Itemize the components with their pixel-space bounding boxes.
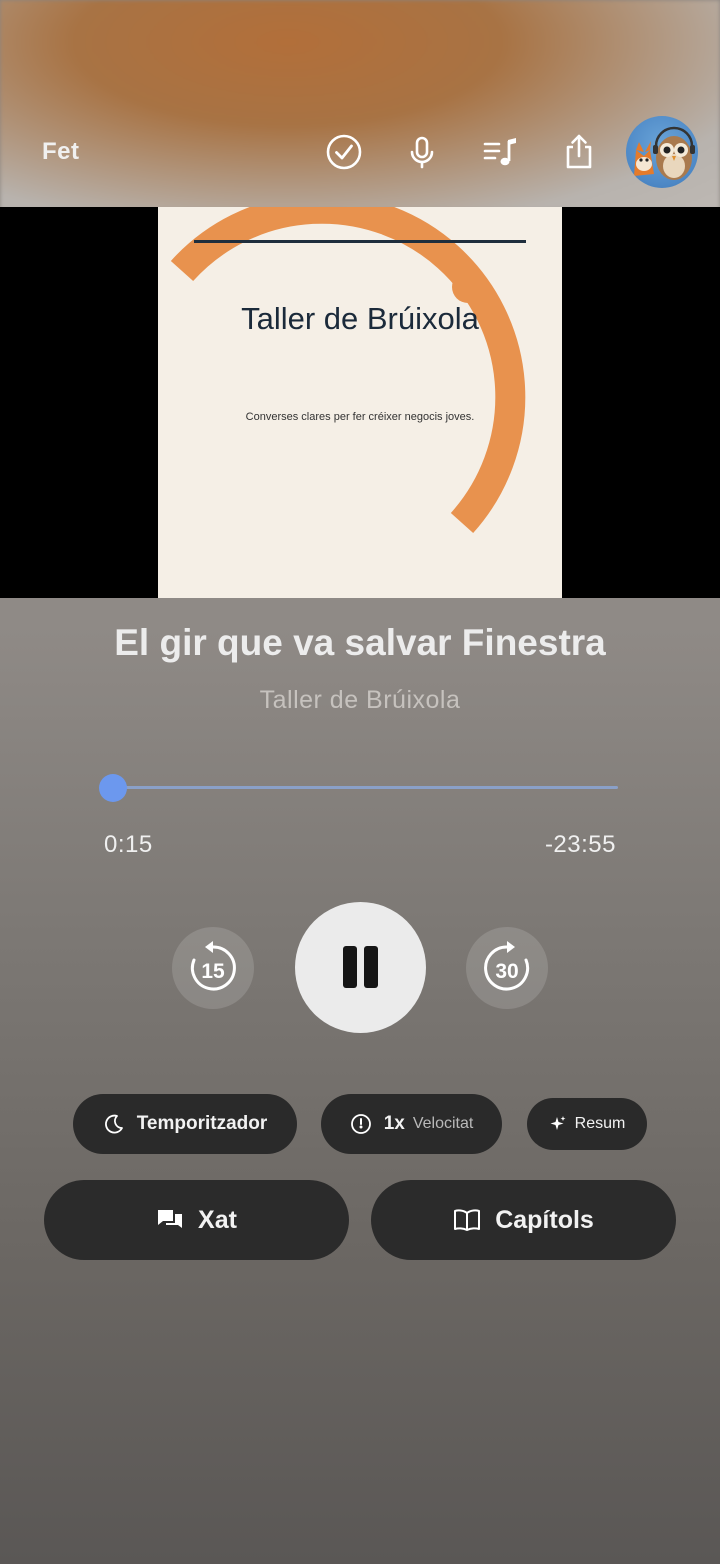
summary-label: Resum bbox=[574, 1115, 626, 1132]
podcast-cover: Taller de Brúixola Converses clares per … bbox=[158, 207, 562, 598]
pause-icon-bar bbox=[364, 946, 378, 988]
pause-icon bbox=[343, 946, 357, 988]
skip-forward-label: 30 bbox=[495, 960, 518, 983]
cover-art-area: Taller de Brúixola Converses clares per … bbox=[0, 207, 720, 598]
chat-bubbles-icon bbox=[158, 1210, 183, 1228]
elapsed-time: 0:15 bbox=[104, 831, 153, 858]
progress-scrubber[interactable] bbox=[99, 774, 128, 802]
skip-forward-30-icon: 30 bbox=[484, 941, 530, 991]
checkmark-circle-icon[interactable] bbox=[324, 132, 364, 172]
progress-track[interactable] bbox=[108, 786, 618, 789]
skip-forward-button[interactable]: 30 bbox=[466, 927, 548, 1009]
microphone-icon[interactable] bbox=[402, 132, 442, 172]
chapters-label: Capítols bbox=[495, 1205, 594, 1234]
top-bar: Fet bbox=[0, 110, 720, 200]
skip-back-button[interactable]: 15 bbox=[172, 927, 254, 1009]
cover-divider bbox=[194, 240, 526, 243]
playlist-icon[interactable] bbox=[480, 132, 520, 172]
share-icon[interactable] bbox=[559, 132, 599, 172]
moon-icon bbox=[104, 1114, 123, 1134]
episode-title: El gir que va salvar Finestra bbox=[114, 622, 606, 663]
book-icon bbox=[454, 1209, 481, 1231]
cover-subtitle: Converses clares per fer créixer negocis… bbox=[245, 411, 475, 423]
remaining-time: -23:55 bbox=[544, 831, 616, 858]
show-name[interactable]: Taller de Brúixola bbox=[0, 686, 720, 715]
skip-back-label: 15 bbox=[201, 960, 225, 983]
speed-value: 1x bbox=[383, 1113, 405, 1134]
chapters-button[interactable]: Capítols bbox=[371, 1180, 676, 1260]
chat-label: Xat bbox=[198, 1205, 237, 1234]
speed-label: Velocitat bbox=[412, 1115, 474, 1132]
summary-button[interactable]: Resum bbox=[527, 1098, 647, 1150]
sleep-timer-label: Temporitzador bbox=[136, 1113, 268, 1134]
skip-back-15-icon: 15 bbox=[190, 941, 236, 991]
cover-arc-graphic bbox=[170, 207, 526, 534]
avatar[interactable] bbox=[626, 116, 698, 188]
sleep-timer-button[interactable]: Temporitzador bbox=[73, 1094, 297, 1154]
speedometer-icon bbox=[350, 1114, 371, 1134]
sparkle-icon bbox=[550, 1116, 566, 1130]
pause-button[interactable] bbox=[295, 902, 426, 1033]
cover-title: Taller de Brúixola bbox=[241, 301, 479, 336]
chat-button[interactable]: Xat bbox=[44, 1180, 349, 1260]
playback-speed-button[interactable]: 1x Velocitat bbox=[321, 1094, 502, 1154]
done-button[interactable]: Fet bbox=[42, 138, 80, 166]
